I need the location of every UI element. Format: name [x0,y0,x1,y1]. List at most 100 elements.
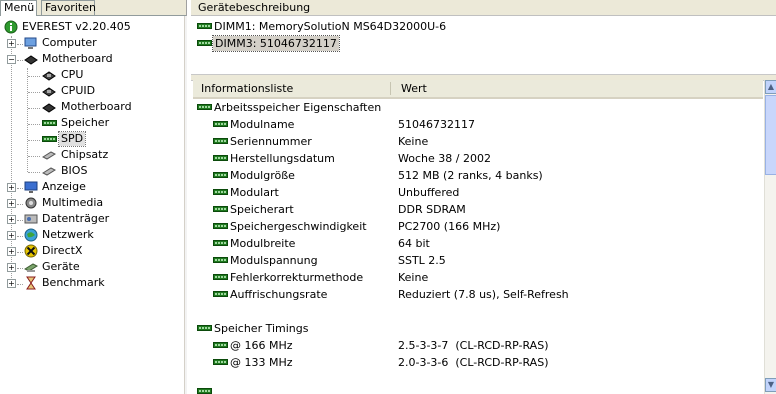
property-name: Auffrischungsrate [230,288,328,301]
device-list: DIMM1: MemorySolutioN MS64D32000U-6 DIMM… [191,16,776,74]
tree-item-chipsatz[interactable]: Chipsatz [42,147,182,163]
property-name: Modulart [230,186,279,199]
tree-item-geraete[interactable]: Geräte [24,259,184,275]
table-row[interactable]: Auffrischungsrate Reduziert (7.8 us), Se… [213,286,753,303]
tree-item-directx[interactable]: DirectX [24,243,184,259]
property-value: Keine [398,271,429,284]
tree-line [28,172,40,173]
tree-line [17,220,23,221]
memory-icon [213,223,228,229]
expand-toggle[interactable]: + [7,279,16,288]
chipset-icon [42,151,56,160]
column-header-info[interactable]: Informationsliste [201,80,293,97]
property-value: Woche 38 / 2002 [398,152,491,165]
tree-item-cpuid[interactable]: CPUID [42,83,182,99]
memory-icon [197,40,212,46]
tree-item-benchmark[interactable]: Benchmark [24,275,184,291]
tree-item-spd[interactable]: SPD [42,131,182,147]
tree-item-datentraeger[interactable]: Datenträger [24,211,184,227]
property-value: 2.5-3-3-7 (CL-RCD-RP-RAS) [398,339,549,352]
group-header-partial[interactable] [197,388,217,394]
group-label: Speicher Timings [214,322,309,335]
property-value: PC2700 (166 MHz) [398,220,501,233]
tree-item-label: SPD [57,131,87,147]
expand-toggle[interactable]: + [7,215,16,224]
tree-item-motherboard[interactable]: Motherboard [24,51,184,67]
bios-icon [42,167,56,176]
expand-toggle[interactable]: + [7,183,16,192]
memory-icon [197,388,212,394]
tree-line [17,252,23,253]
expand-toggle[interactable]: + [7,199,16,208]
memory-icon [213,121,228,127]
tab-favorites[interactable]: Favoriten [41,0,96,15]
expand-toggle[interactable]: + [7,39,16,48]
tree-item-speicher[interactable]: Speicher [42,115,182,131]
expand-toggle[interactable]: + [7,231,16,240]
collapse-toggle[interactable]: − [7,55,16,64]
table-row[interactable]: Modulspannung SSTL 2.5 [213,252,753,269]
tree-line [17,60,23,61]
scroll-down-button[interactable]: ▼ [765,378,776,392]
motherboard-icon [42,103,56,113]
tree-item-netzwerk[interactable]: Netzwerk [24,227,184,243]
memory-icon [213,172,228,178]
property-name: Modulname [230,118,295,131]
vertical-scrollbar[interactable]: ▲ ▼ [764,80,776,394]
devices-icon [24,263,38,272]
tree-item-anzeige[interactable]: Anzeige [24,179,184,195]
table-row[interactable]: Seriennummer Keine [213,133,753,150]
table-row[interactable]: Modulname 51046732117 [213,116,753,133]
tree-item-everest[interactable]: EVEREST v2.20.405 [4,19,184,35]
property-name: Seriennummer [230,135,312,148]
device-item-dimm3[interactable]: DIMM3: 51046732117 [197,35,340,52]
table-row[interactable]: Speicherart DDR SDRAM [213,201,753,218]
tree-item-cpu[interactable]: CPU [42,67,182,83]
group-header-memory-properties[interactable]: Arbeitsspeicher Eigenschaften [197,99,447,116]
column-separator[interactable] [390,82,391,95]
tree-item-motherboard-sub[interactable]: Motherboard [42,99,182,115]
tree-line [28,140,40,141]
group-label: Arbeitsspeicher Eigenschaften [214,101,382,114]
tree-item-bios[interactable]: BIOS [42,163,182,179]
table-row[interactable]: Modulart Unbuffered [213,184,753,201]
table-row[interactable]: Fehlerkorrekturmethode Keine [213,269,753,286]
memory-icon [213,206,228,212]
info-icon [4,20,18,34]
group-header-memory-timings[interactable]: Speicher Timings [197,320,447,337]
table-row[interactable]: Herstellungsdatum Woche 38 / 2002 [213,150,753,167]
device-item-label: DIMM3: 51046732117 [212,35,340,52]
table-row[interactable]: @ 133 MHz 2.0-3-3-6 (CL-RCD-RP-RAS) [213,354,753,371]
table-row[interactable]: @ 166 MHz 2.5-3-3-7 (CL-RCD-RP-RAS) [213,337,753,354]
property-value: Unbuffered [398,186,460,199]
tree-line [17,204,23,205]
scrollbar-thumb[interactable] [765,95,776,175]
tree-item-computer[interactable]: Computer [24,35,184,51]
scroll-up-button[interactable]: ▲ [765,80,776,94]
tab-menu[interactable]: Menü [0,0,37,16]
column-header-value[interactable]: Wert [401,80,427,97]
tree-item-label: EVEREST v2.20.405 [22,20,131,33]
table-row[interactable]: Modulbreite 64 bit [213,235,753,252]
table-row[interactable]: Speichergeschwindigkeit PC2700 (166 MHz) [213,218,753,235]
tree-line [17,236,23,237]
expand-toggle[interactable]: + [7,247,16,256]
property-name: @ 133 MHz [230,356,293,369]
property-value: Keine [398,135,429,148]
tree-item-label: Speicher [61,116,110,129]
table-row[interactable]: Modulgröße 512 MB (2 ranks, 4 banks) [213,167,753,184]
tree-line [28,124,40,125]
tree-item-label: Geräte [42,260,80,273]
expand-toggle[interactable]: + [7,263,16,272]
property-name: Modulspannung [230,254,318,267]
tree-item-label: Multimedia [42,196,104,209]
device-item-dimm1[interactable]: DIMM1: MemorySolutioN MS64D32000U-6 [197,18,497,35]
tree-item-label: Datenträger [42,212,110,225]
tree-item-label: DirectX [42,244,83,257]
computer-icon [24,37,37,49]
info-list: Arbeitsspeicher Eigenschaften Modulname … [193,99,763,394]
tree-item-multimedia[interactable]: Multimedia [24,195,184,211]
tree-item-label: Benchmark [42,276,105,289]
memory-icon [213,359,228,365]
property-name: @ 166 MHz [230,339,293,352]
